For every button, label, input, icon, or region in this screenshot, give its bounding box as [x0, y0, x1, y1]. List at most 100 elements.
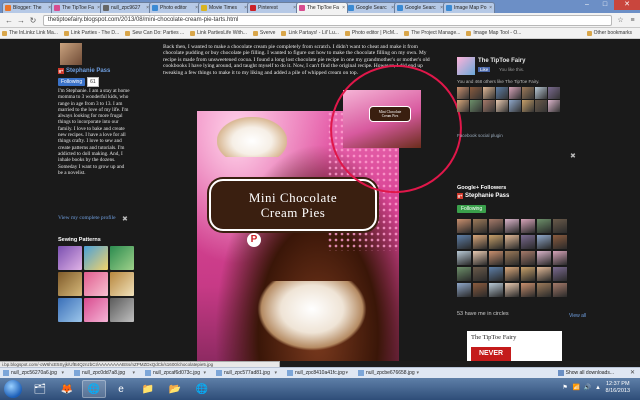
- google-plus-follower-avatar[interactable]: [457, 267, 471, 281]
- start-button[interactable]: [4, 380, 22, 398]
- back-icon[interactable]: ←: [3, 16, 15, 25]
- download-menu-chevron-icon[interactable]: ▾: [203, 370, 206, 376]
- sewing-pattern-image[interactable]: [58, 272, 82, 296]
- download-menu-chevron-icon[interactable]: ▾: [132, 370, 135, 376]
- google-plus-follower-avatar[interactable]: [553, 219, 567, 233]
- facebook-plugin-label[interactable]: Facebook social plugin: [457, 133, 503, 138]
- forward-icon[interactable]: →: [15, 16, 27, 25]
- google-plus-follower-avatar[interactable]: [489, 267, 503, 281]
- chrome-menu-icon[interactable]: ≡: [628, 16, 637, 25]
- other-bookmarks[interactable]: Other bookmarks: [586, 30, 632, 36]
- close-window-button[interactable]: ✕: [614, 0, 640, 10]
- google-plus-follower-avatar[interactable]: [505, 235, 519, 249]
- bookmark-item[interactable]: The Project Manage...: [404, 30, 460, 36]
- download-item[interactable]: null_zpcaf6d073c.jpg ▾: [145, 370, 212, 376]
- address-bar[interactable]: thetiptoefairy.blogspot.com/2013/08/mini…: [43, 14, 612, 26]
- tab-close-icon[interactable]: ×: [342, 5, 345, 11]
- browser-tab[interactable]: Movie Times ×: [198, 2, 250, 13]
- internet-explorer-icon[interactable]: e: [109, 380, 133, 398]
- download-item[interactable]: null_zpc8410a41fc.jpg ▾: [287, 370, 354, 376]
- google-plus-follower-avatar[interactable]: [473, 219, 487, 233]
- tab-close-icon[interactable]: ×: [489, 5, 492, 11]
- bookmark-item[interactable]: Photo editor | PicM...: [344, 30, 398, 36]
- bookmark-item[interactable]: Sverve: [252, 30, 275, 36]
- firefox-icon[interactable]: 🦊: [55, 380, 79, 398]
- facebook-fan-avatar[interactable]: [457, 87, 469, 99]
- profile-name-link[interactable]: Stephanie Pass: [66, 68, 110, 74]
- chrome-icon[interactable]: 🌐: [82, 380, 106, 398]
- facebook-fan-avatar[interactable]: [548, 87, 560, 99]
- bookmark-item[interactable]: Image Map Tool - O...: [466, 30, 521, 36]
- google-plus-follower-avatar[interactable]: [505, 267, 519, 281]
- show-all-downloads-link[interactable]: Show all downloads...: [557, 370, 614, 376]
- google-plus-follower-avatar[interactable]: [473, 267, 487, 281]
- facebook-fan-avatar[interactable]: [483, 100, 495, 112]
- browser-tab[interactable]: The TipToe Fa ×: [51, 2, 103, 13]
- google-plus-follower-avatar[interactable]: [553, 283, 567, 297]
- facebook-fan-avatar[interactable]: [470, 100, 482, 112]
- google-plus-following-button[interactable]: Following: [457, 205, 487, 213]
- google-plus-follower-avatar[interactable]: [457, 235, 471, 249]
- volume-icon[interactable]: 🔊: [584, 385, 591, 392]
- browser-tab[interactable]: Google Searc ×: [394, 2, 446, 13]
- facebook-fan-avatar[interactable]: [496, 87, 508, 99]
- google-plus-profile-name[interactable]: Stephanie Pass: [465, 193, 509, 199]
- google-plus-follower-avatar[interactable]: [489, 251, 503, 265]
- browser-tab[interactable]: Blogger: The ×: [2, 2, 54, 13]
- facebook-fan-avatar[interactable]: [535, 87, 547, 99]
- facebook-fan-avatar[interactable]: [522, 87, 534, 99]
- download-item[interactable]: null_zpcbe676658.jpg ▾: [358, 370, 425, 376]
- google-plus-follower-avatar[interactable]: [537, 219, 551, 233]
- download-menu-chevron-icon[interactable]: ▾: [416, 370, 419, 376]
- sewing-pattern-image[interactable]: [58, 246, 82, 270]
- google-plus-follower-avatar[interactable]: [521, 219, 535, 233]
- google-plus-follower-avatar[interactable]: [457, 219, 471, 233]
- avatar[interactable]: [60, 43, 82, 65]
- sewing-pattern-image[interactable]: [84, 272, 108, 296]
- show-hidden-icons-icon[interactable]: ▲: [595, 385, 602, 392]
- facebook-fan-avatar[interactable]: [548, 100, 560, 112]
- following-button[interactable]: Following: [58, 78, 86, 86]
- maximize-button[interactable]: □: [596, 0, 614, 10]
- view-profile-link[interactable]: View my complete profile: [58, 215, 116, 221]
- browser-tab[interactable]: Photo editor ×: [149, 2, 201, 13]
- browser-tab[interactable]: Image Map Po ×: [443, 2, 495, 13]
- sewing-pattern-image[interactable]: [110, 298, 134, 322]
- facebook-fan-avatar[interactable]: [535, 100, 547, 112]
- facebook-fan-avatar[interactable]: [522, 100, 534, 112]
- google-plus-follower-avatar[interactable]: [537, 283, 551, 297]
- bookmark-item[interactable]: Link PartiesLife With...: [190, 30, 247, 36]
- edit-widget-icon[interactable]: ✖: [122, 215, 128, 223]
- sewing-pattern-image[interactable]: [84, 298, 108, 322]
- google-plus-follower-avatar[interactable]: [489, 219, 503, 233]
- view-all-link[interactable]: View all: [569, 313, 586, 319]
- bookmark-item[interactable]: Link Partays! - Lil' Lu...: [281, 30, 339, 36]
- sewing-pattern-image[interactable]: [84, 246, 108, 270]
- chrome-icon[interactable]: 🌐: [190, 380, 214, 398]
- facebook-fan-avatar[interactable]: [470, 87, 482, 99]
- folder-icon[interactable]: 📁: [136, 380, 160, 398]
- google-plus-follower-avatar[interactable]: [505, 219, 519, 233]
- download-item[interactable]: null_zpc0dd7a8.jpg ▾: [74, 370, 141, 376]
- facebook-fan-avatar[interactable]: [457, 100, 469, 112]
- google-plus-follower-avatar[interactable]: [537, 267, 551, 281]
- bookmark-star-icon[interactable]: ☆: [616, 16, 625, 25]
- action-center-flag-icon[interactable]: ⚑: [562, 385, 569, 392]
- google-plus-follower-avatar[interactable]: [473, 251, 487, 265]
- facebook-fan-avatar[interactable]: [483, 87, 495, 99]
- google-plus-follower-avatar[interactable]: [505, 251, 519, 265]
- facebook-like-button[interactable]: Like: [478, 67, 491, 72]
- google-plus-follower-avatar[interactable]: [505, 283, 519, 297]
- google-plus-follower-avatar[interactable]: [473, 283, 487, 297]
- browser-tab[interactable]: Google Searc ×: [345, 2, 397, 13]
- google-plus-follower-avatar[interactable]: [489, 235, 503, 249]
- browser-tab[interactable]: Pinterest ×: [247, 2, 299, 13]
- minimize-button[interactable]: –: [578, 0, 596, 10]
- facebook-fan-avatar[interactable]: [496, 100, 508, 112]
- facebook-fan-avatar[interactable]: [509, 100, 521, 112]
- google-plus-follower-avatar[interactable]: [537, 235, 551, 249]
- file-explorer-icon[interactable]: 🗂: [28, 380, 52, 398]
- browser-tab[interactable]: The TipToe Fa ×: [296, 2, 348, 13]
- google-plus-follower-avatar[interactable]: [553, 251, 567, 265]
- reload-icon[interactable]: ↻: [27, 16, 39, 25]
